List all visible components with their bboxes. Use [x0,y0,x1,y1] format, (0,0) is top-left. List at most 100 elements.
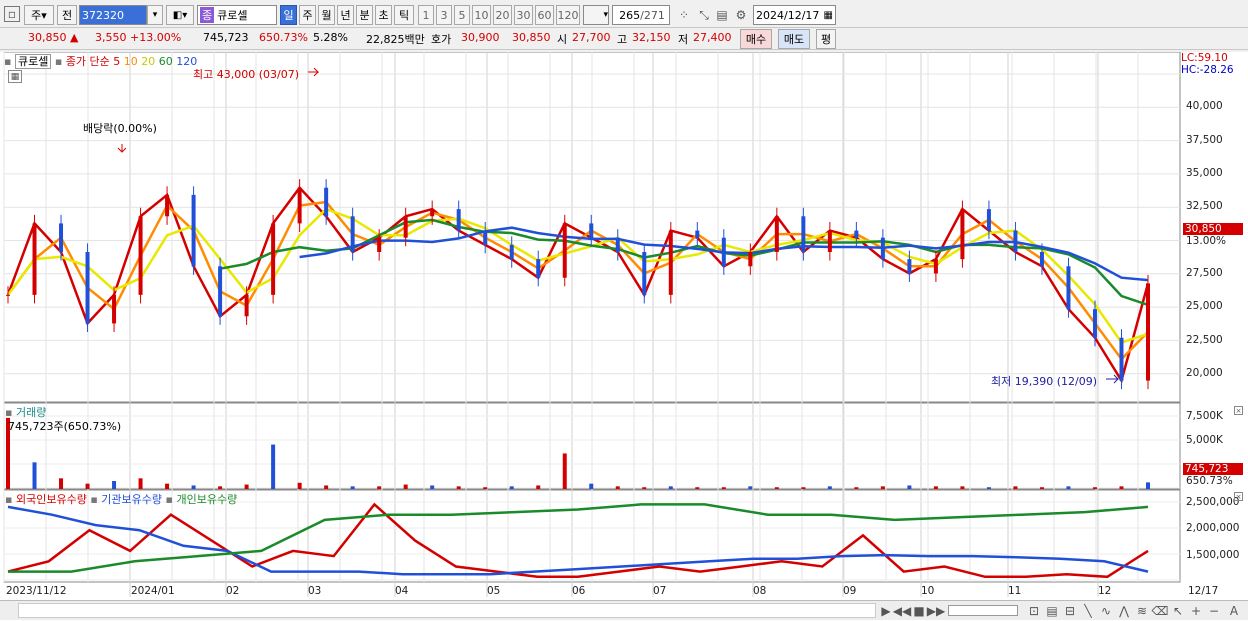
low-label: 저 [678,33,689,46]
minute-3[interactable]: 3 [436,5,452,25]
minute-20[interactable]: 20 [493,5,512,25]
candle [324,187,329,217]
stock-code-input[interactable]: 372320 [79,5,147,25]
custom-period-dropdown[interactable]: ▾ [583,5,609,25]
minute-120[interactable]: 120 [556,5,580,25]
search-icon[interactable]: ◧▾ [166,5,194,25]
high-label: 고 [617,33,628,46]
chart-svg [3,52,1181,597]
minute-10[interactable]: 10 [472,5,491,25]
volume-bar [218,486,223,489]
window-icon[interactable]: ▫ [4,6,20,22]
candle [271,223,276,295]
volume-current-pct: 650.73% [1186,475,1233,487]
volume-bar [827,486,832,489]
y-tick: 35,000 [1186,167,1223,179]
minute-30[interactable]: 30 [514,5,533,25]
date-input[interactable]: 2024/12/17 ▦ [753,5,836,25]
stock-tag[interactable]: 큐로셀 [14,54,52,69]
current-pct-tag: 13.00% [1186,235,1227,247]
period-year[interactable]: 년 [337,5,354,25]
eval-button[interactable]: 평 [816,29,836,49]
code-dropdown-icon[interactable]: ▾ [147,5,163,25]
play-icon[interactable]: ▶ [878,603,894,619]
scrollbar-track[interactable] [18,603,876,618]
x-axis-end: 12/17 [1188,585,1219,597]
volume-bar [32,462,37,489]
volume-bar [562,453,567,489]
open-price: 27,700 [572,31,611,44]
layout-icon[interactable]: ▤ [1044,603,1060,619]
trend-icon[interactable]: ∿ [1098,603,1114,619]
line-tool-icon[interactable]: ╲ [1080,603,1096,619]
current-price-tag: 30,850 [1183,223,1243,235]
volume-bar [1119,486,1124,489]
volume-current: 745,723주(650.73%) [8,420,122,433]
link-icon[interactable]: ⊟ [1062,603,1078,619]
minute-1[interactable]: 1 [418,5,434,25]
save-icon[interactable]: ▤ [714,7,730,23]
stop-icon[interactable]: ■ [911,603,927,619]
candle [509,244,514,260]
sell-button[interactable]: 매도 [778,29,810,49]
volume-bar [59,478,64,489]
minute-60[interactable]: 60 [535,5,554,25]
buy-button[interactable]: 매수 [740,29,772,49]
hc-value: HC:-28.26 [1181,64,1234,76]
rewind-icon[interactable]: ◀◀ [893,603,911,619]
chart-type-icon[interactable]: ⤡ [696,7,712,23]
prev-button[interactable]: 전 [57,5,77,25]
period-tick[interactable]: 틱 [394,5,414,25]
volume-current-tag: 745,723 [1183,463,1243,475]
stock-badge: 종 [200,7,215,23]
stock-name-field[interactable]: 종 큐로셀 [197,5,277,25]
forward-icon[interactable]: ▶▶ [927,603,945,619]
candle [721,237,726,267]
candle [589,223,594,238]
period-second[interactable]: 초 [375,5,392,25]
mode-dropdown[interactable]: 주 ▾ [24,5,54,25]
period-day[interactable]: 일 [280,5,297,25]
candle [1092,309,1097,338]
zoom-icon[interactable]: ⊡ [1026,603,1042,619]
data-count-field[interactable]: 265/271 [612,5,670,25]
y-tick: 37,500 [1186,134,1223,146]
volume-bar [1092,487,1097,489]
volume-bar [1039,487,1044,489]
ask-price: 30,850 [512,31,551,44]
candle [377,237,382,252]
gear-icon[interactable]: ⚙ [733,7,749,23]
pointer-icon[interactable]: ↖ [1170,603,1186,619]
y-tick: 27,500 [1186,267,1223,279]
volume-bar [536,485,541,489]
x-tick: 09 [843,585,857,597]
minute-5[interactable]: 5 [454,5,470,25]
candle [854,230,859,238]
close-icon[interactable]: × [1234,406,1243,415]
x-tick: 04 [395,585,409,597]
calendar-icon[interactable]: ▦ [824,10,833,21]
zoom-slider[interactable] [948,605,1018,616]
candle [774,216,779,252]
grid-icon[interactable]: ⁘ [676,7,692,23]
candle [112,294,117,324]
wave-icon[interactable]: ⋀ [1116,603,1132,619]
volume-bar [615,486,620,489]
fibo-icon[interactable]: ≋ [1134,603,1150,619]
period-week[interactable]: 주 [299,5,316,25]
plus-icon[interactable]: + [1188,603,1204,619]
low-price: 27,400 [693,31,732,44]
hold-y-tick: 2,500,000 [1186,496,1240,508]
table-icon[interactable]: ▦ [8,70,22,83]
ma10-label: 10 [123,55,138,68]
period-month[interactable]: 월 [318,5,335,25]
volume-bar [748,486,753,489]
candle [615,237,620,252]
eraser-icon[interactable]: ⌫ [1152,603,1169,619]
text-tool-icon[interactable]: A [1226,603,1242,619]
volume-bar [244,484,249,489]
close-icon[interactable]: × [1234,492,1243,501]
volume-bar [377,486,382,489]
period-minute[interactable]: 분 [356,5,373,25]
minus-icon[interactable]: − [1206,603,1222,619]
